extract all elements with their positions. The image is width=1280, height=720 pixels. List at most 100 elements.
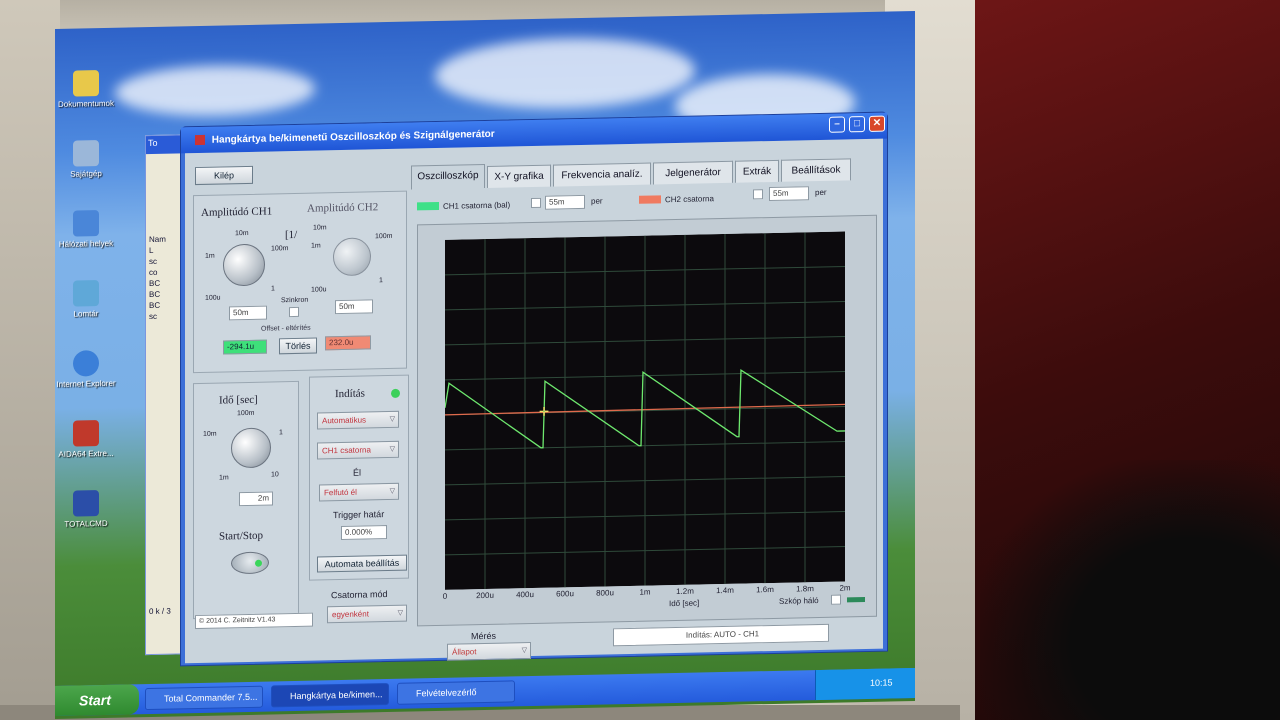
app-icon — [195, 135, 205, 146]
desktop-icon-internet-explorer[interactable]: Internet Explorer — [55, 350, 121, 389]
channel-mode-select[interactable]: egyenként ▽ — [327, 604, 407, 624]
measure-select[interactable]: Állapot ▽ — [447, 642, 531, 661]
desktop-icon-label: Sajátgép — [70, 169, 102, 179]
chevron-down-icon: ▽ — [397, 609, 403, 617]
amp-tick-10m: 10m — [235, 229, 249, 238]
tab-xy-graph[interactable]: X-Y grafika — [487, 164, 551, 188]
exit-button[interactable]: Kilép — [195, 165, 253, 186]
x-tick-label: 1.6m — [756, 584, 774, 595]
ch1-legend: CH1 csatorna (bal) — [443, 200, 511, 211]
chevron-down-icon: ▽ — [389, 487, 395, 495]
ch1-offset-input[interactable]: -294.1u — [223, 339, 267, 355]
clear-offset-button[interactable]: Törlés — [279, 337, 317, 355]
taskbar-item-total-commander[interactable]: Total Commander 7.5... — [145, 685, 263, 711]
channel-mode-label: Csatorna mód — [331, 589, 388, 601]
status-text: 0 k / 3 — [149, 606, 171, 617]
ch2-enable-checkbox[interactable] — [753, 189, 763, 200]
minimize-button[interactable]: – — [829, 116, 845, 133]
system-tray: 10:15 — [815, 667, 915, 701]
x-tick-label: 0 — [442, 591, 448, 601]
clock[interactable]: 10:15 — [870, 677, 893, 687]
desktop-icon-label: Lomtár — [73, 309, 99, 319]
amp2-tick-100m: 100m — [375, 232, 393, 241]
ch2-amplitude-input[interactable]: 50m — [335, 299, 373, 315]
tab-extras[interactable]: Extrák — [735, 159, 779, 183]
desktop-icon-label: Hálózati helyek — [58, 238, 114, 249]
desktop-icon-network[interactable]: Hálózati helyek — [55, 210, 121, 249]
trigger-mode-select[interactable]: Automatikus ▽ — [317, 410, 399, 430]
time-base-input[interactable]: 2m — [239, 491, 273, 507]
folder-icon — [73, 70, 99, 97]
cloud — [435, 35, 695, 112]
x-tick-label: 600u — [556, 589, 574, 599]
ch2-offset-input[interactable]: 232.0u — [325, 335, 371, 351]
bracket-label: [1/ — [285, 228, 298, 242]
taskbar-item-oscilloscope[interactable]: Hangkártya be/kimen... — [271, 683, 389, 708]
amp2-tick-10m: 10m — [313, 224, 327, 232]
time-tick-1: 1 — [279, 429, 283, 437]
desktop-icon-documents[interactable]: Dokumentumok — [55, 70, 121, 109]
grid-color-swatch — [847, 597, 865, 603]
amp-tick-1: 1 — [271, 285, 275, 293]
sync-label: Szinkron — [281, 296, 309, 305]
ch1-color-swatch — [417, 201, 439, 211]
desktop-icon-aida64[interactable]: AIDA64 Extre... — [55, 420, 121, 459]
ch2-per-input[interactable]: 55m — [769, 186, 809, 202]
auto-settings-button[interactable]: Automata beállítás — [317, 554, 407, 573]
start-button[interactable]: Start — [55, 684, 139, 717]
amp2-tick-1: 1 — [379, 277, 383, 285]
screen: Dokumentumok Sajátgép Hálózati helyek Lo… — [55, 10, 915, 720]
x-tick-label: 1.8m — [796, 584, 814, 594]
trigger-marker-icon: ✛ — [539, 405, 549, 419]
sync-checkbox[interactable] — [289, 306, 299, 318]
computer-icon — [73, 140, 99, 167]
ch1-enable-checkbox[interactable] — [531, 197, 541, 209]
time-tick-1m: 1m — [219, 474, 229, 482]
ch1-per-input[interactable]: 55m — [545, 194, 585, 210]
tab-frequency-analysis[interactable]: Frekvencia analíz. — [553, 162, 651, 187]
tab-oscilloscope[interactable]: Oszcilloszkóp — [411, 164, 485, 190]
close-button[interactable]: ✕ — [869, 115, 885, 132]
tab-signal-generator[interactable]: Jelgenerátor — [653, 160, 733, 185]
desktop-icon-my-computer[interactable]: Sajátgép — [55, 140, 121, 179]
desktop-icon-totalcmd[interactable]: TOTALCMD — [55, 490, 121, 529]
time-tick-10m: 10m — [203, 430, 217, 438]
running-led-icon — [255, 559, 262, 567]
room-shadow — [980, 460, 1280, 720]
amp-tick-100u: 100u — [205, 294, 221, 302]
x-axis-label: Idő [sec] — [669, 598, 700, 609]
desktop-icon-label: Internet Explorer — [56, 378, 116, 389]
maximize-button[interactable]: □ — [849, 116, 865, 133]
amplitude-ch2-label: Amplitúdó CH2 — [307, 201, 379, 215]
per-label: per — [815, 187, 827, 198]
x-tick-label: 200u — [476, 590, 494, 601]
scope-grid-label: Szkóp háló — [779, 596, 819, 606]
cloud — [115, 63, 315, 118]
trigger-channel-select[interactable]: CH1 csatorna ▽ — [317, 440, 399, 460]
amp-tick-1m: 1m — [205, 252, 215, 260]
edge-select[interactable]: Felfutó él ▽ — [319, 482, 399, 502]
desktop-icon-label: TOTALCMD — [64, 518, 108, 529]
tab-settings[interactable]: Beállítások — [781, 158, 851, 182]
edge-value: Felfutó él — [324, 487, 357, 498]
copyright-label: © 2014 C. Zeitnitz V1.43 — [195, 612, 313, 630]
channel-mode-value: egyenként — [332, 609, 369, 620]
chevron-down-icon: ▽ — [389, 415, 395, 423]
ch1-amplitude-input[interactable]: 50m — [229, 305, 267, 321]
recycle-bin-icon — [73, 280, 99, 307]
per-label: per — [591, 196, 603, 206]
time-label: Idő [sec] — [219, 393, 258, 407]
desktop-icon-recycle-bin[interactable]: Lomtár — [55, 280, 121, 319]
edge-label: Él — [353, 467, 362, 478]
taskbar-item-recording-control[interactable]: Felvételvezérlő — [397, 680, 515, 705]
floppy-icon — [73, 490, 99, 517]
oscilloscope-plot[interactable]: ✛ — [445, 231, 845, 590]
ch2-color-swatch — [639, 195, 661, 204]
x-tick-label: 1m — [639, 587, 651, 597]
oscilloscope-window: Hangkártya be/kimenetű Oszcilloszkóp és … — [180, 111, 888, 667]
trigger-level-input[interactable]: 0.000% — [341, 525, 387, 541]
time-tick-10: 10 — [271, 471, 279, 479]
ch2-legend: CH2 csatorna — [665, 194, 714, 205]
offset-label: Offset - eltérítés — [261, 324, 311, 333]
scope-grid-checkbox[interactable] — [831, 594, 841, 605]
